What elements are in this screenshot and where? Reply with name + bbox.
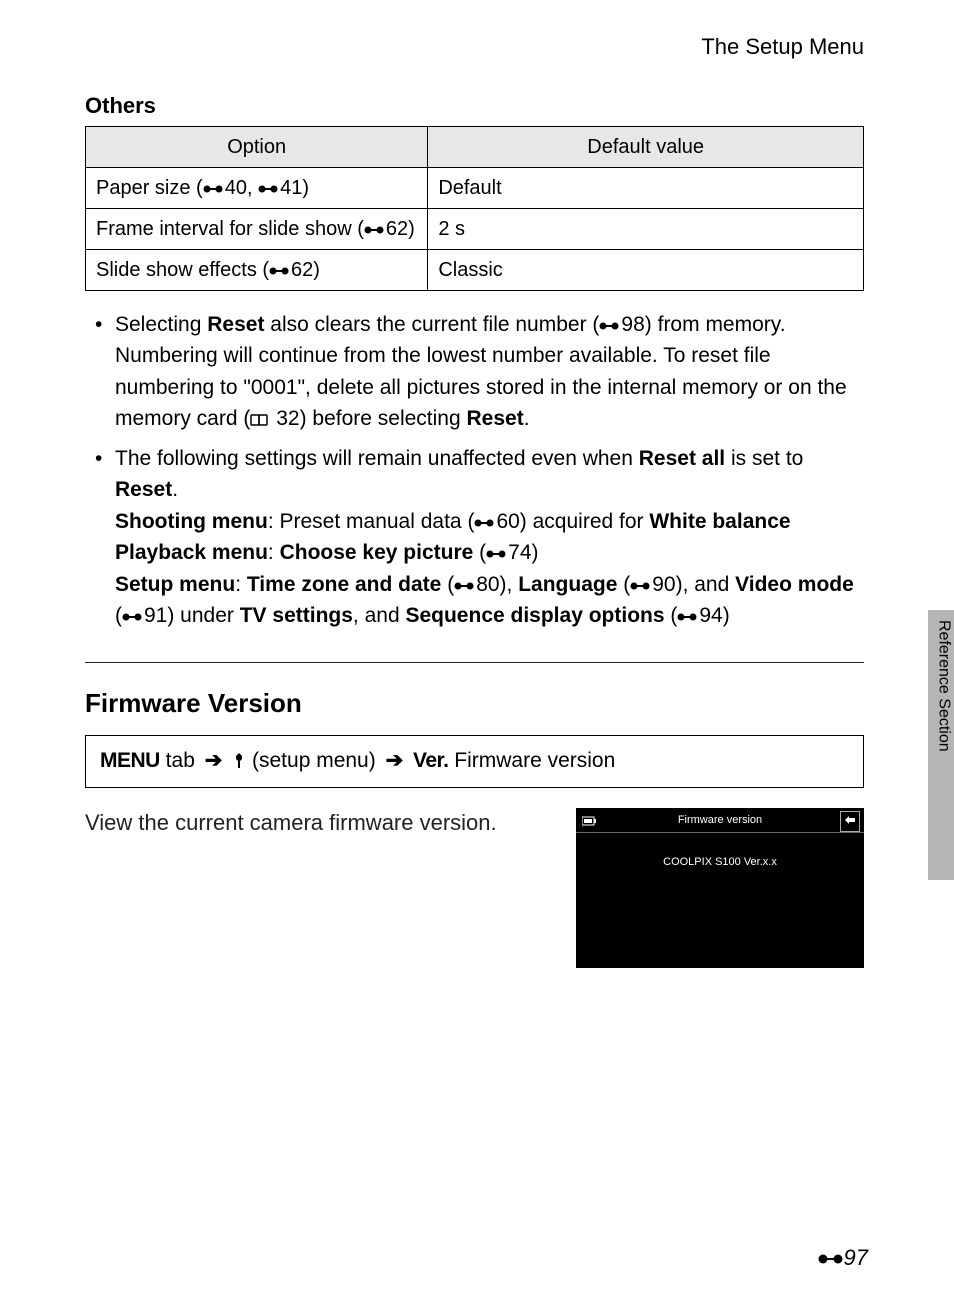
lcd-title: Firmware version (678, 813, 762, 828)
ref-num: 91 (144, 604, 167, 627)
ref-num: 62 (386, 218, 408, 240)
text: ), and (676, 573, 736, 596)
bold-text: Playback menu (115, 541, 268, 564)
ref-icon (630, 579, 652, 593)
bold-text: Video mode (735, 573, 854, 596)
text: . (172, 478, 178, 501)
ref-icon (818, 1251, 844, 1267)
list-item: The following settings will remain unaff… (85, 443, 864, 632)
firmware-heading: Firmware Version (85, 685, 864, 721)
text: , and (353, 604, 406, 627)
ref-icon (474, 516, 496, 530)
ref-icon (269, 264, 291, 278)
ref-icon (599, 319, 621, 333)
lcd-preview: Firmware version COOLPIX S100 Ver.x.x (576, 808, 864, 968)
text: tab (160, 749, 201, 772)
notes-list: Selecting Reset also clears the current … (85, 309, 864, 632)
opt-text: ) (408, 218, 415, 240)
text: Firmware version (448, 749, 615, 772)
list-item: Selecting Reset also clears the current … (85, 309, 864, 435)
wrench-icon (232, 752, 246, 770)
divider (85, 662, 864, 663)
ref-num: 74 (508, 541, 531, 564)
page-header: The Setup Menu (85, 32, 864, 63)
bold-text: Reset (115, 478, 172, 501)
text: ) under (167, 604, 239, 627)
arrow-icon: ➔ (205, 749, 223, 772)
text: is set to (725, 447, 803, 470)
firmware-description: View the current camera firmware version… (85, 808, 546, 839)
bold-text: Sequence display options (405, 604, 664, 627)
ref-icon (258, 182, 280, 196)
bold-text: Setup menu (115, 573, 235, 596)
ref-num: 62 (291, 259, 313, 281)
opt-text: ) (302, 177, 309, 199)
options-table: Option Default value Paper size ( 40, 41)… (85, 126, 864, 291)
text: (setup menu) (246, 749, 381, 772)
text: : (235, 573, 247, 596)
arrow-icon: ➔ (386, 749, 404, 772)
ref-num: 98 (621, 313, 644, 336)
menu-path-box: MENU tab ➔ (setup menu) ➔ Ver. Firmware … (85, 735, 864, 788)
ref-icon (677, 610, 699, 624)
ref-icon (122, 610, 144, 624)
back-icon (840, 811, 860, 832)
ref-num: 40 (225, 177, 247, 199)
ref-icon (454, 579, 476, 593)
text: ) before selecting (300, 407, 467, 430)
ver-label: Ver. (413, 749, 448, 772)
ref-num: 90 (652, 573, 675, 596)
battery-icon (582, 814, 598, 831)
text: ) (723, 604, 730, 627)
text: ) acquired for (520, 510, 650, 533)
table-row: Paper size ( 40, 41) Default (86, 167, 864, 208)
table-row: Frame interval for slide show ( 62) 2 s (86, 208, 864, 249)
bold-text: TV settings (240, 604, 353, 627)
page-number-text: 97 (844, 1245, 868, 1270)
section-title-others: Others (85, 91, 864, 122)
lcd-body: COOLPIX S100 Ver.x.x (576, 833, 864, 870)
text: The following settings will remain unaff… (115, 447, 639, 470)
default-value: Classic (428, 249, 864, 290)
ref-icon (203, 182, 225, 196)
text: . (524, 407, 530, 430)
opt-text: , (247, 177, 258, 199)
default-value: 2 s (428, 208, 864, 249)
ref-icon (486, 547, 508, 561)
bold-text: Shooting menu (115, 510, 268, 533)
text: ), (500, 573, 519, 596)
ref-num: 80 (476, 573, 499, 596)
bold-text: Time zone and date (247, 573, 442, 596)
default-value: Default (428, 167, 864, 208)
bold-text: Reset (467, 407, 524, 430)
ref-num: 94 (699, 604, 722, 627)
bold-text: Language (518, 573, 617, 596)
menu-label: MENU (100, 749, 160, 772)
opt-text: Frame interval for slide show ( (96, 218, 364, 240)
bold-text: White balance (649, 510, 790, 533)
ref-num: 41 (280, 177, 302, 199)
text: Selecting (115, 313, 207, 336)
bold-text: Choose key picture (280, 541, 474, 564)
text: : (268, 541, 280, 564)
opt-text: Paper size ( (96, 177, 203, 199)
text: : Preset manual data ( (268, 510, 475, 533)
bold-text: Reset (207, 313, 264, 336)
opt-text: Slide show effects ( (96, 259, 269, 281)
ref-num: 60 (496, 510, 519, 533)
col-option: Option (86, 126, 428, 167)
text: also clears the current file number ( (264, 313, 599, 336)
ref-icon (364, 223, 386, 237)
table-row: Slide show effects ( 62) Classic (86, 249, 864, 290)
bold-text: Reset all (639, 447, 725, 470)
book-icon (250, 413, 270, 427)
opt-text: ) (313, 259, 320, 281)
page-number: 97 (818, 1243, 868, 1274)
ref-num: 32 (276, 407, 299, 430)
col-default: Default value (428, 126, 864, 167)
